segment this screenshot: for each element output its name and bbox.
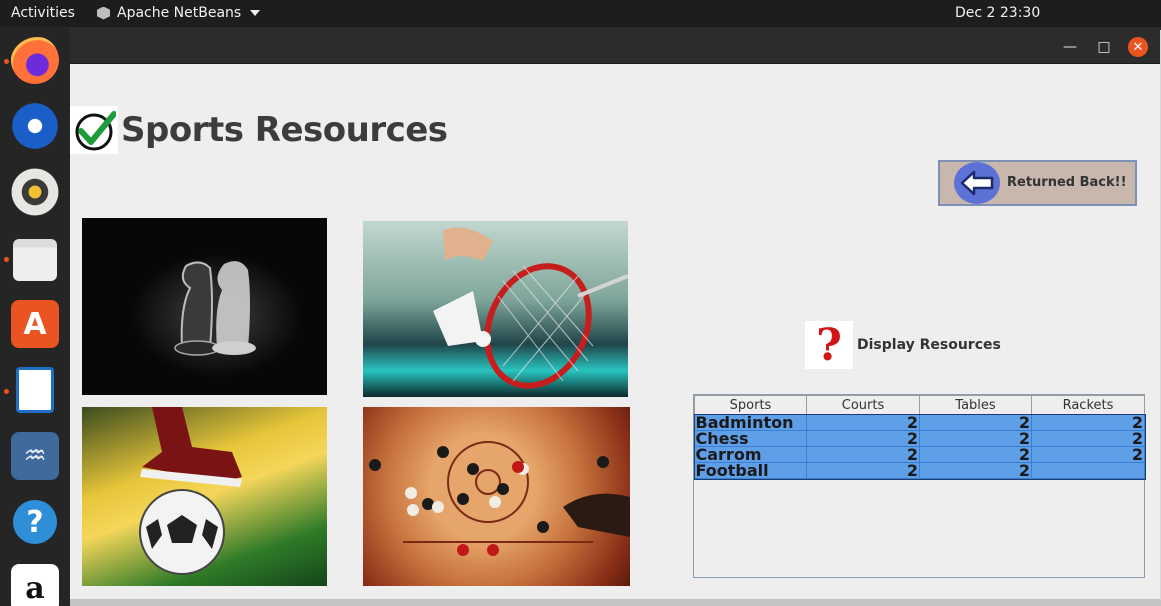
table-cell[interactable] — [1031, 462, 1145, 479]
table-header-row: Sports Courts Tables Rackets — [694, 395, 1145, 415]
column-header-rackets[interactable]: Rackets — [1031, 395, 1145, 415]
dock: A ♒ ? a — [0, 27, 70, 606]
firefox-icon[interactable] — [11, 36, 59, 84]
window-titlebar[interactable]: — □ ✕ — [70, 29, 1160, 64]
thunderbird-icon[interactable] — [11, 102, 59, 150]
table-cell[interactable]: 2 — [1031, 446, 1145, 463]
badminton-image — [363, 221, 628, 397]
clock[interactable]: Dec 2 23:30 — [955, 5, 1040, 21]
chess-image — [82, 218, 327, 395]
main-panel: Sports Resources Returned Back!! ? Displ… — [70, 64, 1158, 601]
activities-button[interactable]: Activities — [11, 5, 75, 21]
background-window-edge — [70, 599, 1161, 606]
running-indicator — [4, 59, 9, 64]
table-cell[interactable]: 2 — [806, 414, 920, 431]
table-cell[interactable]: 2 — [1031, 414, 1145, 431]
top-bar: Activities Apache NetBeans Dec 2 23:30 — [0, 0, 1161, 27]
column-header-sports[interactable]: Sports — [694, 395, 807, 415]
table-cell[interactable]: 2 — [806, 430, 920, 447]
minimize-button[interactable]: — — [1060, 37, 1080, 57]
help-icon[interactable]: ? — [11, 498, 59, 546]
question-mark-icon: ? — [805, 320, 853, 371]
writer-icon[interactable] — [11, 366, 59, 414]
resources-table[interactable]: Sports Courts Tables Rackets Badminton 2… — [693, 395, 1146, 480]
resources-table-panel[interactable]: Sports Courts Tables Rackets Badminton 2… — [693, 394, 1146, 578]
display-resources-label: Display Resources — [857, 337, 1001, 353]
table-cell[interactable]: 2 — [919, 414, 1032, 431]
rhythmbox-icon[interactable] — [11, 168, 59, 216]
app-window: — □ ✕ Sports Resources Returned Back!! ?… — [70, 29, 1160, 601]
back-arrow-icon — [954, 162, 1000, 204]
table-row[interactable]: Badminton 2 2 2 — [694, 414, 1145, 431]
football-image — [82, 407, 327, 586]
app-menu[interactable]: Apache NetBeans — [97, 5, 261, 21]
amazon-icon[interactable]: a — [11, 564, 59, 606]
page-title: Sports Resources — [121, 110, 448, 150]
column-header-courts[interactable]: Courts — [806, 395, 920, 415]
running-indicator — [4, 257, 9, 262]
table-cell[interactable]: 2 — [806, 462, 920, 479]
column-header-tables[interactable]: Tables — [919, 395, 1032, 415]
returned-back-label: Returned Back!! — [1007, 175, 1127, 190]
close-button[interactable]: ✕ — [1128, 37, 1148, 57]
chevron-down-icon — [250, 10, 261, 16]
running-indicator — [4, 389, 9, 394]
app-menu-label: Apache NetBeans — [117, 5, 242, 21]
table-row[interactable]: Football 2 2 — [694, 462, 1145, 479]
mysql-icon[interactable]: ♒ — [11, 432, 59, 480]
returned-back-button[interactable]: Returned Back!! — [938, 160, 1137, 206]
table-cell[interactable]: 2 — [806, 446, 920, 463]
table-cell[interactable]: 2 — [919, 430, 1032, 447]
table-cell[interactable]: Football — [694, 462, 807, 479]
files-icon[interactable] — [11, 234, 59, 282]
table-cell[interactable]: 2 — [919, 446, 1032, 463]
table-cell[interactable]: 2 — [1031, 430, 1145, 447]
table-cell[interactable]: 2 — [919, 462, 1032, 479]
table-row[interactable]: Chess 2 2 2 — [694, 430, 1145, 447]
netbeans-icon — [97, 6, 110, 20]
software-icon[interactable]: A — [11, 300, 59, 348]
carrom-image — [363, 407, 630, 586]
checkmark-icon — [70, 106, 118, 154]
maximize-button[interactable]: □ — [1094, 37, 1114, 57]
